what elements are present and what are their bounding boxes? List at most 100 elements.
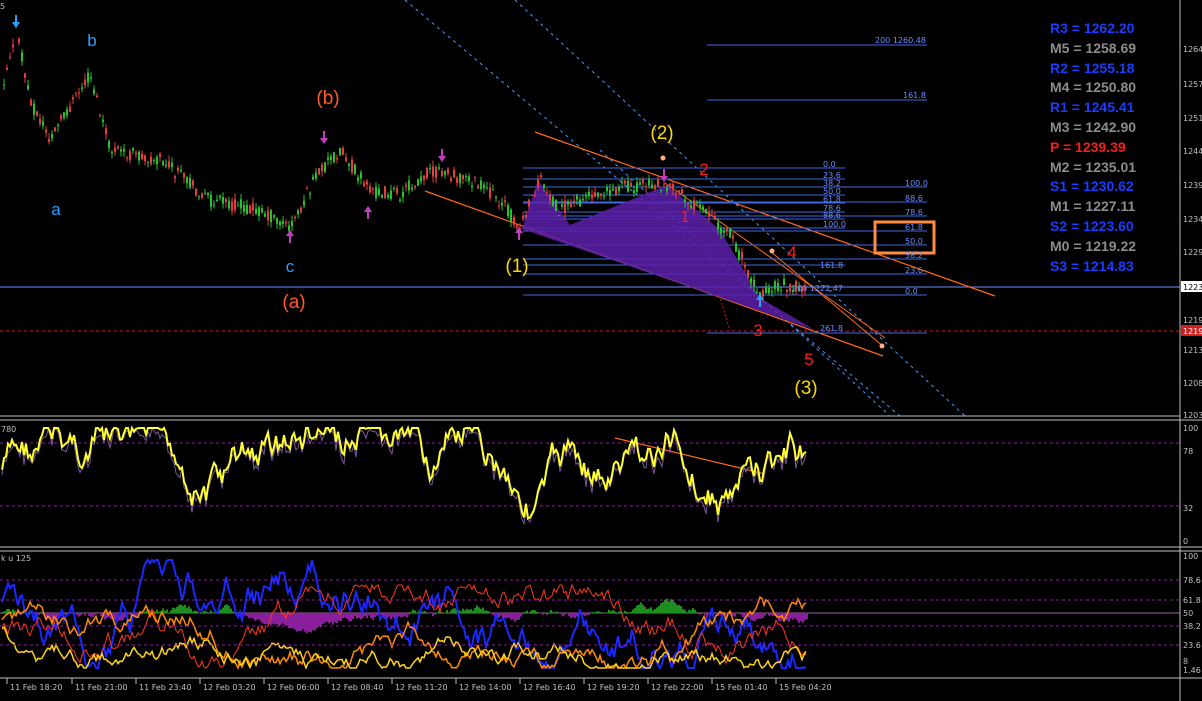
osc2-histogram-bar [562,613,564,617]
candle-body [261,208,263,213]
osc1-scale-label: 100 [1183,424,1198,433]
osc2-histogram-bar [602,613,604,614]
wave-label: 2 [699,160,708,179]
osc2-histogram-bar [482,607,484,613]
osc2-histogram-bar [686,612,688,613]
osc2-histogram-bar [414,610,416,613]
candle-body [480,180,482,190]
osc2-histogram-bar [200,613,202,615]
candle-body [699,204,701,208]
osc2-histogram-bar [388,613,390,617]
osc2-histogram-bar [164,610,166,613]
candle-body [345,157,347,162]
candle-body [135,152,137,155]
osc2-histogram-bar [518,613,520,620]
osc2-histogram-bar [698,613,700,615]
candle-body [30,99,32,106]
candle-body [138,151,140,161]
osc2-histogram-bar [554,613,556,614]
chart-canvas[interactable]: 200 1260.48161.80.023.638.250.061.878.68… [0,0,1202,701]
osc2-histogram-bar [406,613,408,618]
osc2-histogram-bar [38,613,40,615]
osc2-histogram-bar [364,613,366,616]
osc2-histogram-bar [274,613,276,625]
osc2-histogram-bar [90,613,92,617]
pivot-point [879,343,885,349]
candle-body [489,187,491,199]
candle-body [402,191,404,198]
osc2-histogram-bar [618,611,620,613]
candle-body [141,153,143,160]
candle-body [561,204,563,207]
osc2-histogram-bar [714,613,716,615]
osc2-histogram-bar [198,613,200,614]
osc2-histogram-bar [424,611,426,613]
osc2-histogram-bar [556,611,558,613]
osc2-histogram-bar [202,611,204,613]
candle-body [576,195,578,200]
osc2-histogram-bar [560,613,562,615]
candle-body [255,208,257,214]
osc2-histogram-bar [390,613,392,620]
osc2-histogram-bar [548,612,550,613]
osc2-histogram-bar [6,609,8,613]
candle-body [390,190,392,199]
osc2-histogram-bar [630,611,632,613]
candle-body [6,67,8,71]
osc2-histogram-bar [474,607,476,613]
osc2-histogram-bar [614,611,616,613]
osc2-histogram-bar [800,613,802,622]
candle-body [573,200,575,203]
candle-body [384,186,386,198]
osc2-histogram-bar [646,608,648,613]
fib-label: 161.8 [903,91,926,100]
osc2-histogram-bar [222,607,224,613]
candle-body [279,221,281,226]
osc2-histogram-bar [232,611,234,613]
candle-body [624,180,626,184]
candle-body [300,207,302,213]
candle-body [510,209,512,222]
osc2-histogram-bar [434,613,436,615]
osc2-histogram-bar [264,613,266,625]
time-axis-label: 12 Feb 19:20 [587,683,639,692]
candle-body [693,200,695,210]
wave-label: a [51,200,61,219]
candle-body [534,195,536,197]
wave-label: 5 [804,350,813,369]
candle-body [303,200,305,206]
osc2-histogram-bar [644,606,646,613]
fib-label: 100.0 [905,179,928,188]
candle-body [348,163,350,166]
candle-body [540,175,542,178]
candle-body [678,190,680,194]
candle-body [309,193,311,195]
candle-body [333,152,335,163]
candle-body [117,146,119,149]
osc2-histogram-bar [462,608,464,613]
osc2-histogram-bar [522,613,524,615]
time-axis-label: 11 Feb 21:00 [75,683,127,692]
candle-body [765,287,767,294]
osc2-histogram-bar [360,613,362,620]
osc2-histogram-bar [694,609,696,613]
candle-body [114,147,116,153]
osc2-histogram-bar [84,613,86,616]
candle-body [549,193,551,201]
candle-body [456,177,458,183]
candle-body [594,192,596,197]
candle-body [183,173,185,178]
osc2-histogram-bar [488,611,490,613]
candle-body [225,198,227,203]
candle-body [654,185,656,190]
osc2-histogram-bar [172,607,174,613]
candle-body [48,138,50,142]
candle-body [504,200,506,202]
candle-body [153,159,155,161]
osc2-histogram-bar [600,612,602,613]
candle-body [600,193,602,196]
candle-body [522,216,524,219]
osc2-histogram-bar [374,613,376,617]
osc2-histogram-bar [704,613,706,615]
candle-body [450,178,452,182]
